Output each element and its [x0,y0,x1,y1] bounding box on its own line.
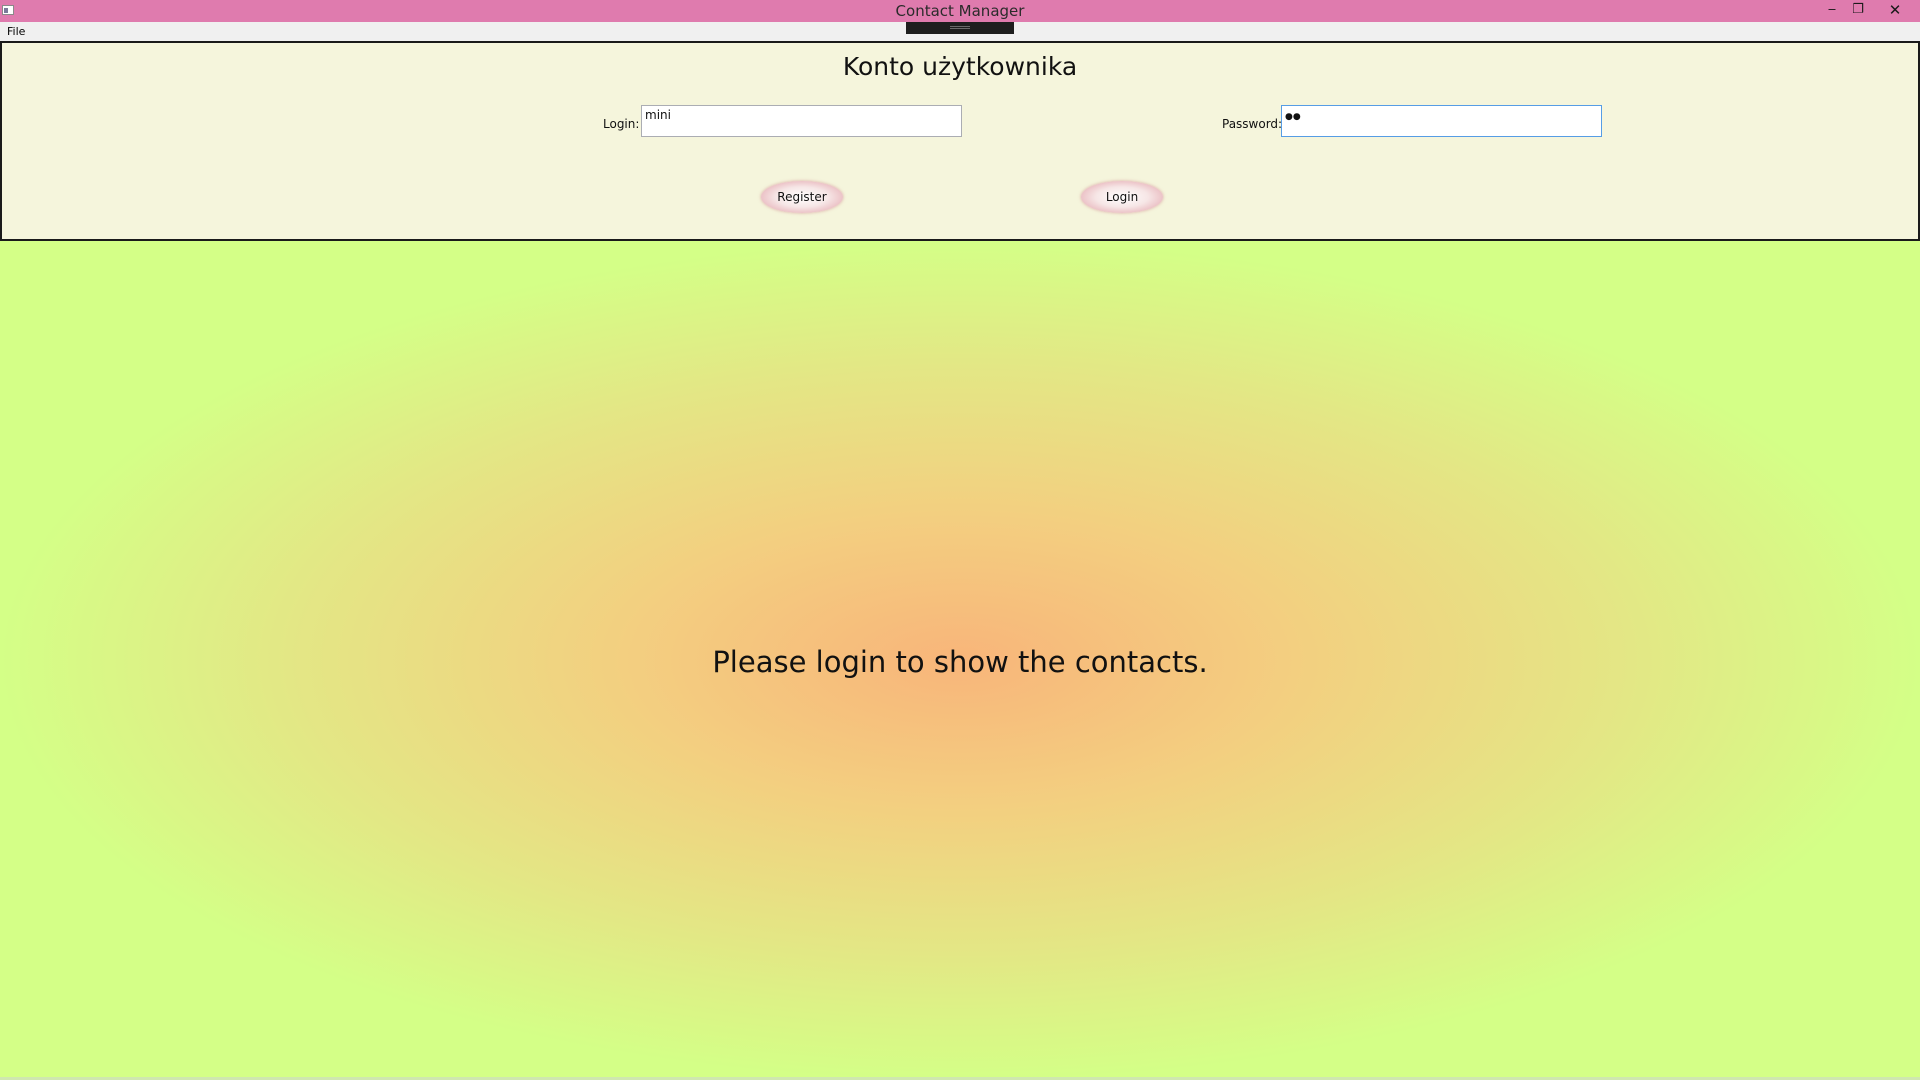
restore-icon[interactable]: ❐ [1845,0,1871,22]
panel-title: Konto użytkownika [842,52,1078,81]
login-label: Login: [603,117,640,131]
password-mask: ●● [1285,112,1301,122]
window-title: Contact Manager [895,2,1025,20]
login-prompt-message: Please login to show the contacts. [712,645,1208,679]
menu-item-file[interactable]: File [7,25,25,39]
login-input[interactable]: mini [641,105,962,137]
login-button[interactable]: Login [1081,181,1163,213]
login-panel: Konto użytkownika Login: mini Password: … [0,41,1920,241]
register-button[interactable]: Register [761,181,843,213]
password-label: Password: [1222,117,1283,131]
title-bar[interactable]: Contact Manager ‒ ❐ ✕ [0,0,1920,22]
password-input[interactable]: ●● [1281,105,1602,137]
minimize-icon[interactable]: ‒ [1819,0,1845,22]
contact-manager-window: Contact Manager ‒ ❐ ✕ File Konto użytkow… [0,0,1920,1080]
close-icon[interactable]: ✕ [1880,0,1910,22]
contacts-area: Please login to show the contacts. [0,241,1920,1080]
drag-grip-handle[interactable] [906,22,1014,34]
